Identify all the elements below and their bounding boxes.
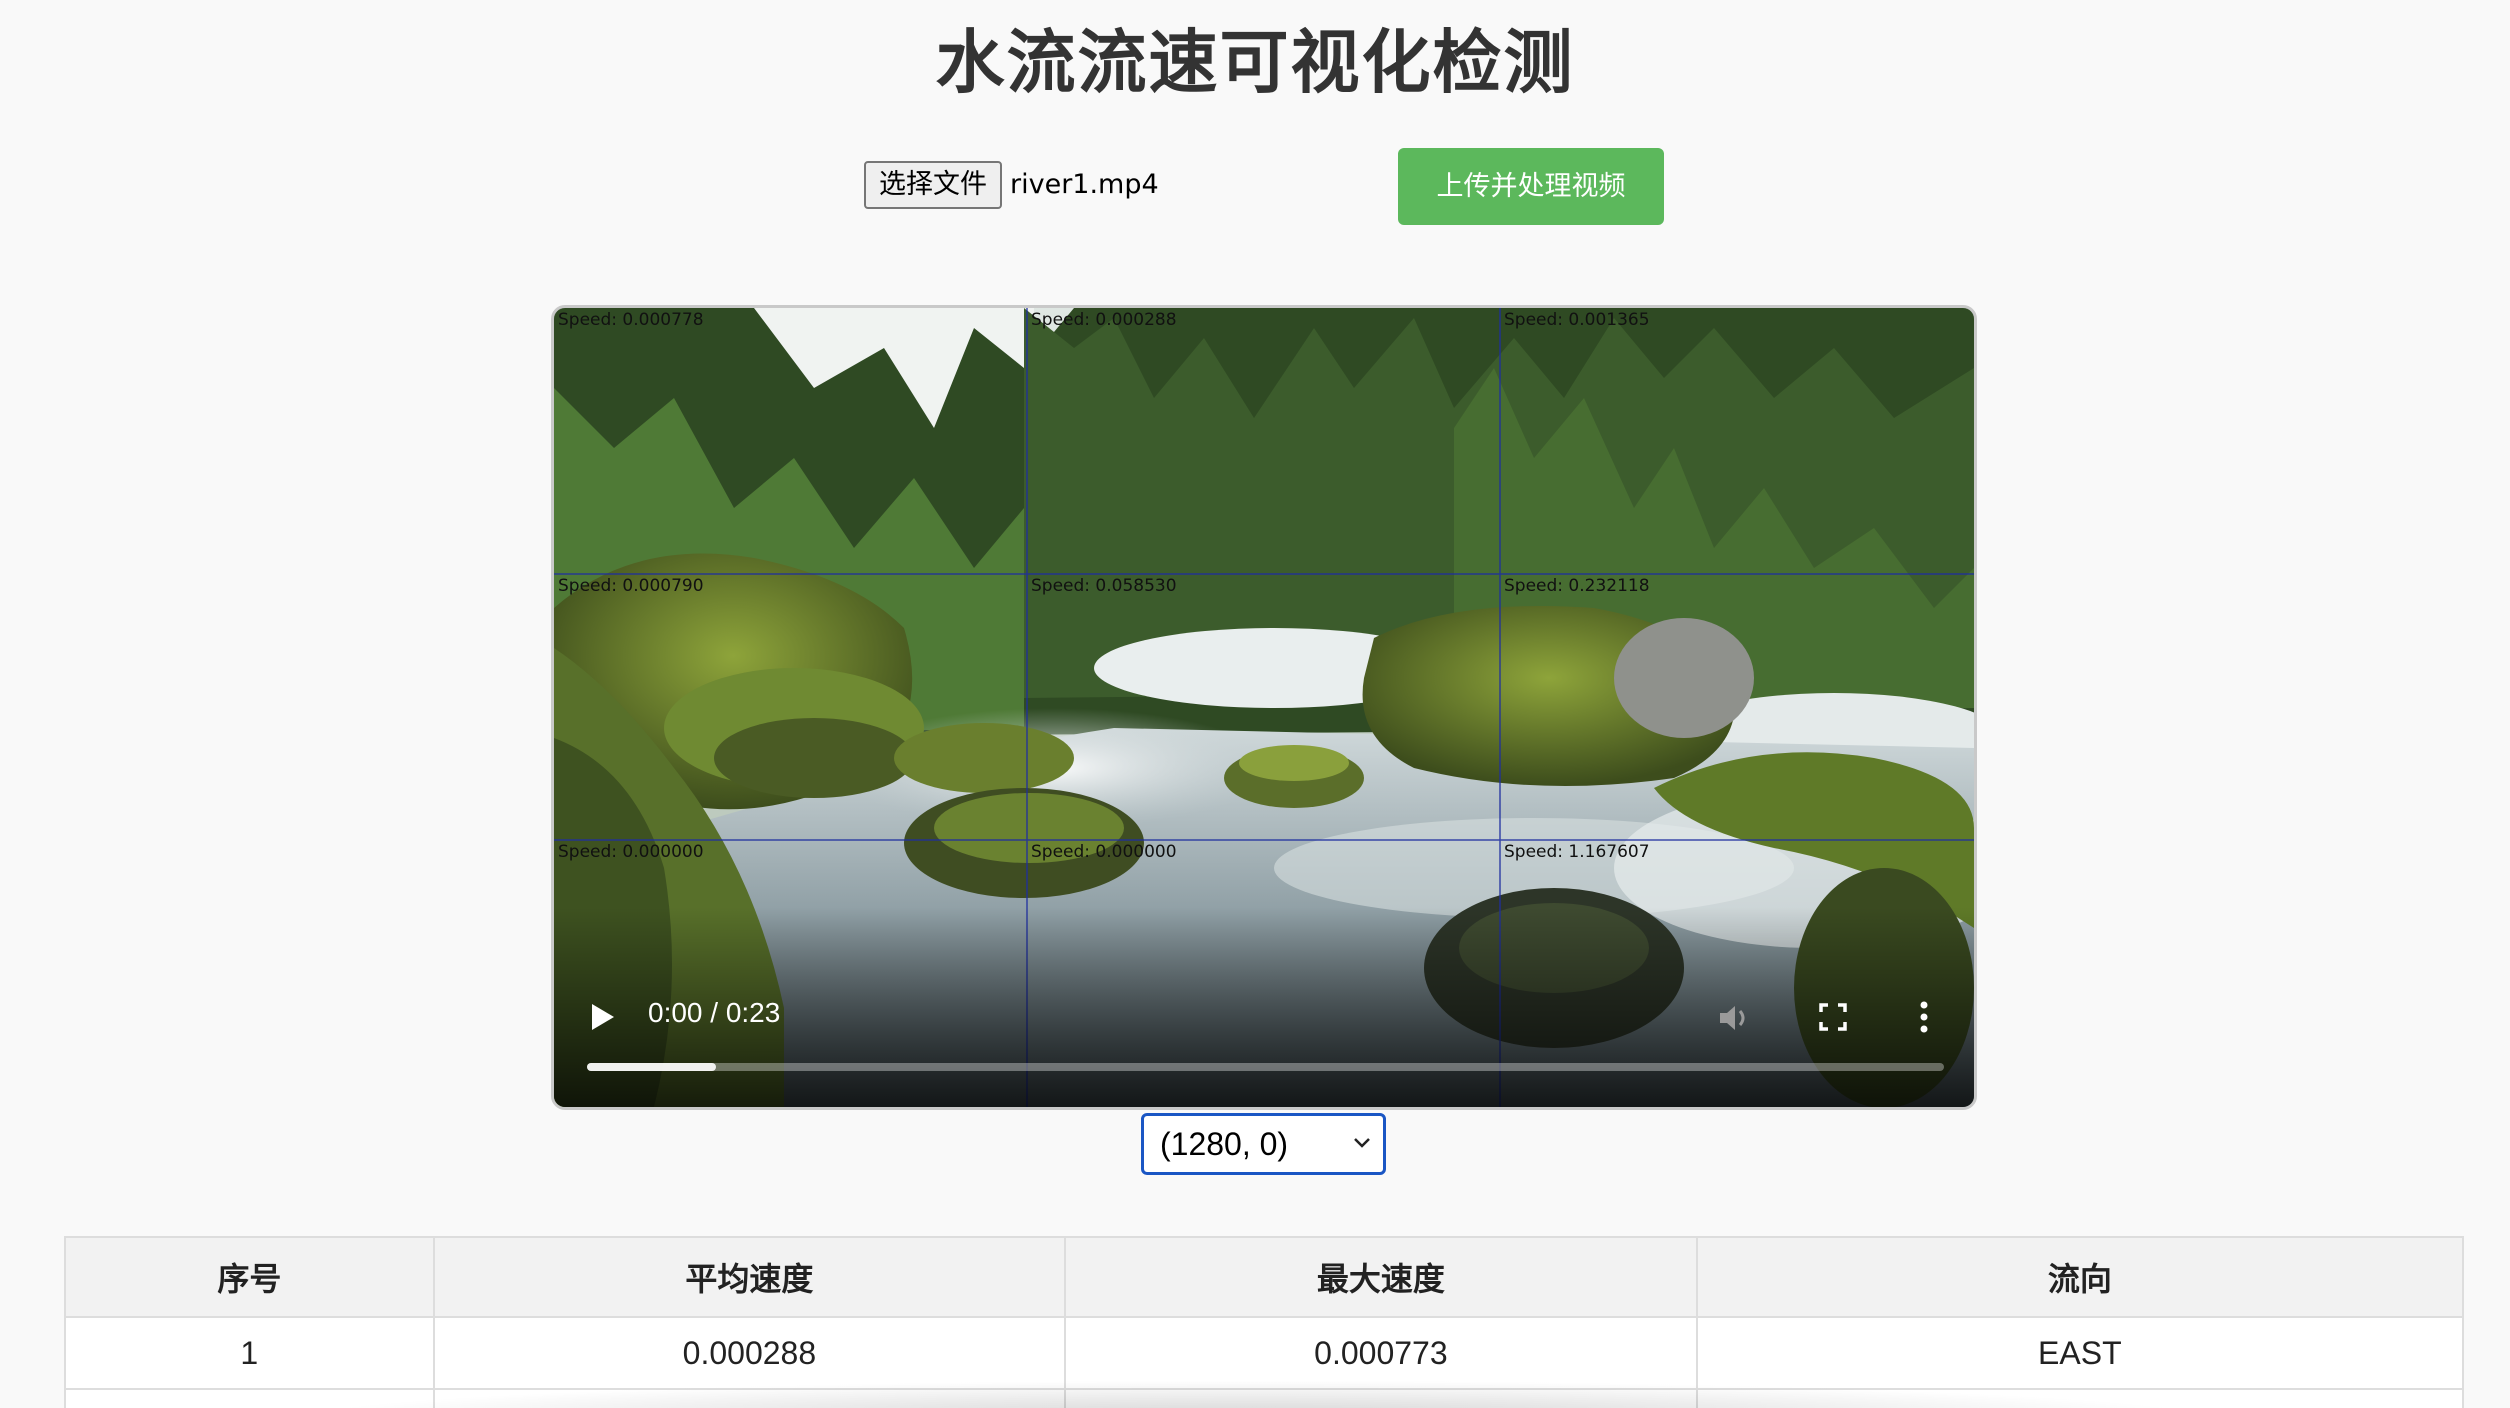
table-row xyxy=(64,1388,2465,1408)
fullscreen-icon[interactable] xyxy=(1818,1002,1848,1032)
speed-label-r2c3: Speed: 0.232118 xyxy=(1504,576,1650,596)
table-cell-max-speed xyxy=(1064,1388,1698,1408)
table-cell-max-speed: 0.000773 xyxy=(1064,1316,1698,1390)
video-player[interactable]: Speed: 0.000778 Speed: 0.000288 Speed: 0… xyxy=(551,305,1977,1110)
table-cell-direction: EAST xyxy=(1695,1316,2465,1390)
video-time-display: 0:00 / 0:23 xyxy=(648,997,781,1028)
table-cell-avg-speed xyxy=(432,1388,1067,1408)
upload-row: 选择文件 river1.mp4 上传并处理视频 xyxy=(0,148,2510,228)
column-header-max-speed: 最大速度 xyxy=(1064,1236,1698,1318)
speed-label-r2c2: Speed: 0.058530 xyxy=(1031,576,1177,596)
choose-file-button[interactable]: 选择文件 xyxy=(864,161,1002,209)
column-header-index: 序号 xyxy=(64,1236,435,1318)
upload-process-button[interactable]: 上传并处理视频 xyxy=(1398,148,1664,225)
page: 水流流速可视化检测 选择文件 river1.mp4 上传并处理视频 Speed:… xyxy=(0,0,2510,1408)
table-cell-direction xyxy=(1695,1388,2465,1408)
speed-label-r3c1: Speed: 0.000000 xyxy=(558,842,704,862)
region-select-value: (1280, 0) xyxy=(1160,1126,1289,1162)
table-cell-index: 1 xyxy=(64,1316,435,1390)
video-progress-bar[interactable] xyxy=(587,1063,1944,1071)
table-cell-avg-speed: 0.000288 xyxy=(432,1316,1067,1390)
column-header-direction: 流向 xyxy=(1695,1236,2465,1318)
speed-label-r3c3: Speed: 1.167607 xyxy=(1504,842,1650,862)
region-select-dropdown[interactable]: (1280, 0) xyxy=(1141,1113,1386,1175)
chevron-down-icon xyxy=(1354,1138,1370,1148)
more-options-icon[interactable] xyxy=(1918,1000,1930,1034)
speed-label-r1c1: Speed: 0.000778 xyxy=(558,310,704,330)
play-icon[interactable] xyxy=(590,1002,616,1032)
speed-results-table: 序号 平均速度 最大速度 流向 1 0.000288 0.000773 EAST xyxy=(64,1236,2465,1408)
selected-file-name: river1.mp4 xyxy=(1010,169,1159,200)
page-title: 水流流速可视化检测 xyxy=(935,23,1575,103)
column-header-avg-speed: 平均速度 xyxy=(432,1236,1067,1318)
volume-icon[interactable] xyxy=(1716,1000,1752,1036)
speed-label-r1c2: Speed: 0.000288 xyxy=(1031,310,1177,330)
speed-label-r3c2: Speed: 0.000000 xyxy=(1031,842,1177,862)
table-cell-index xyxy=(64,1388,435,1408)
table-row: 1 0.000288 0.000773 EAST xyxy=(64,1316,2465,1390)
video-progress-fill xyxy=(587,1063,716,1071)
speed-label-r2c1: Speed: 0.000790 xyxy=(558,576,704,596)
speed-label-r1c3: Speed: 0.001365 xyxy=(1504,310,1650,330)
table-header-row: 序号 平均速度 最大速度 流向 xyxy=(64,1236,2465,1318)
